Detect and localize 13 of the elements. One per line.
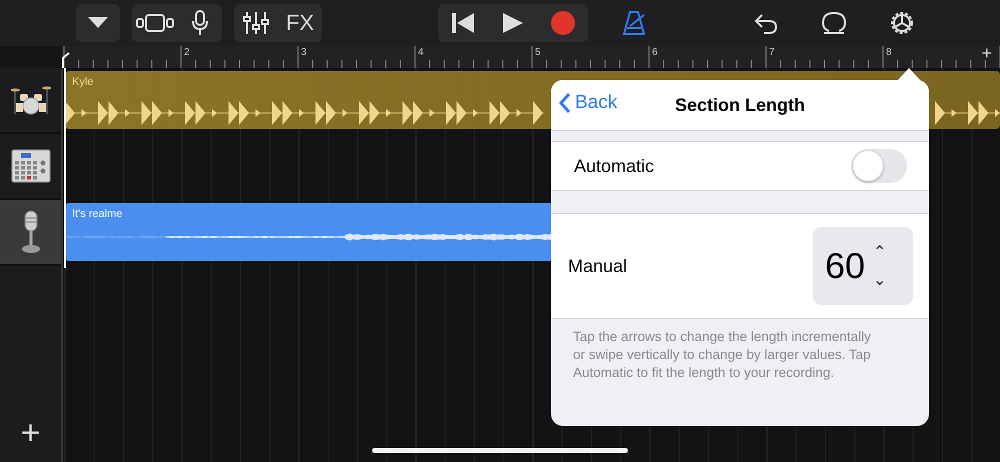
length-value: 60 [825, 245, 866, 287]
bar-number: 4 [418, 47, 424, 58]
bar-number: 3 [301, 47, 307, 58]
automatic-label: Automatic [574, 156, 654, 176]
help-text: Tap the arrows to change the length incrementally or swipe vertically to change by larger values. Tap Automatic to fit the length to your recording. [572, 328, 872, 382]
bar-number: 2 [184, 47, 190, 58]
region-name: It's realme [72, 208, 122, 220]
bar-number: 8 [886, 47, 892, 58]
bar-number: 5 [535, 47, 541, 58]
popover-title: Section Length [675, 94, 805, 116]
region-name: Kyle [72, 76, 94, 88]
bar-number: 7 [769, 47, 775, 58]
bar-number: 6 [652, 47, 658, 58]
